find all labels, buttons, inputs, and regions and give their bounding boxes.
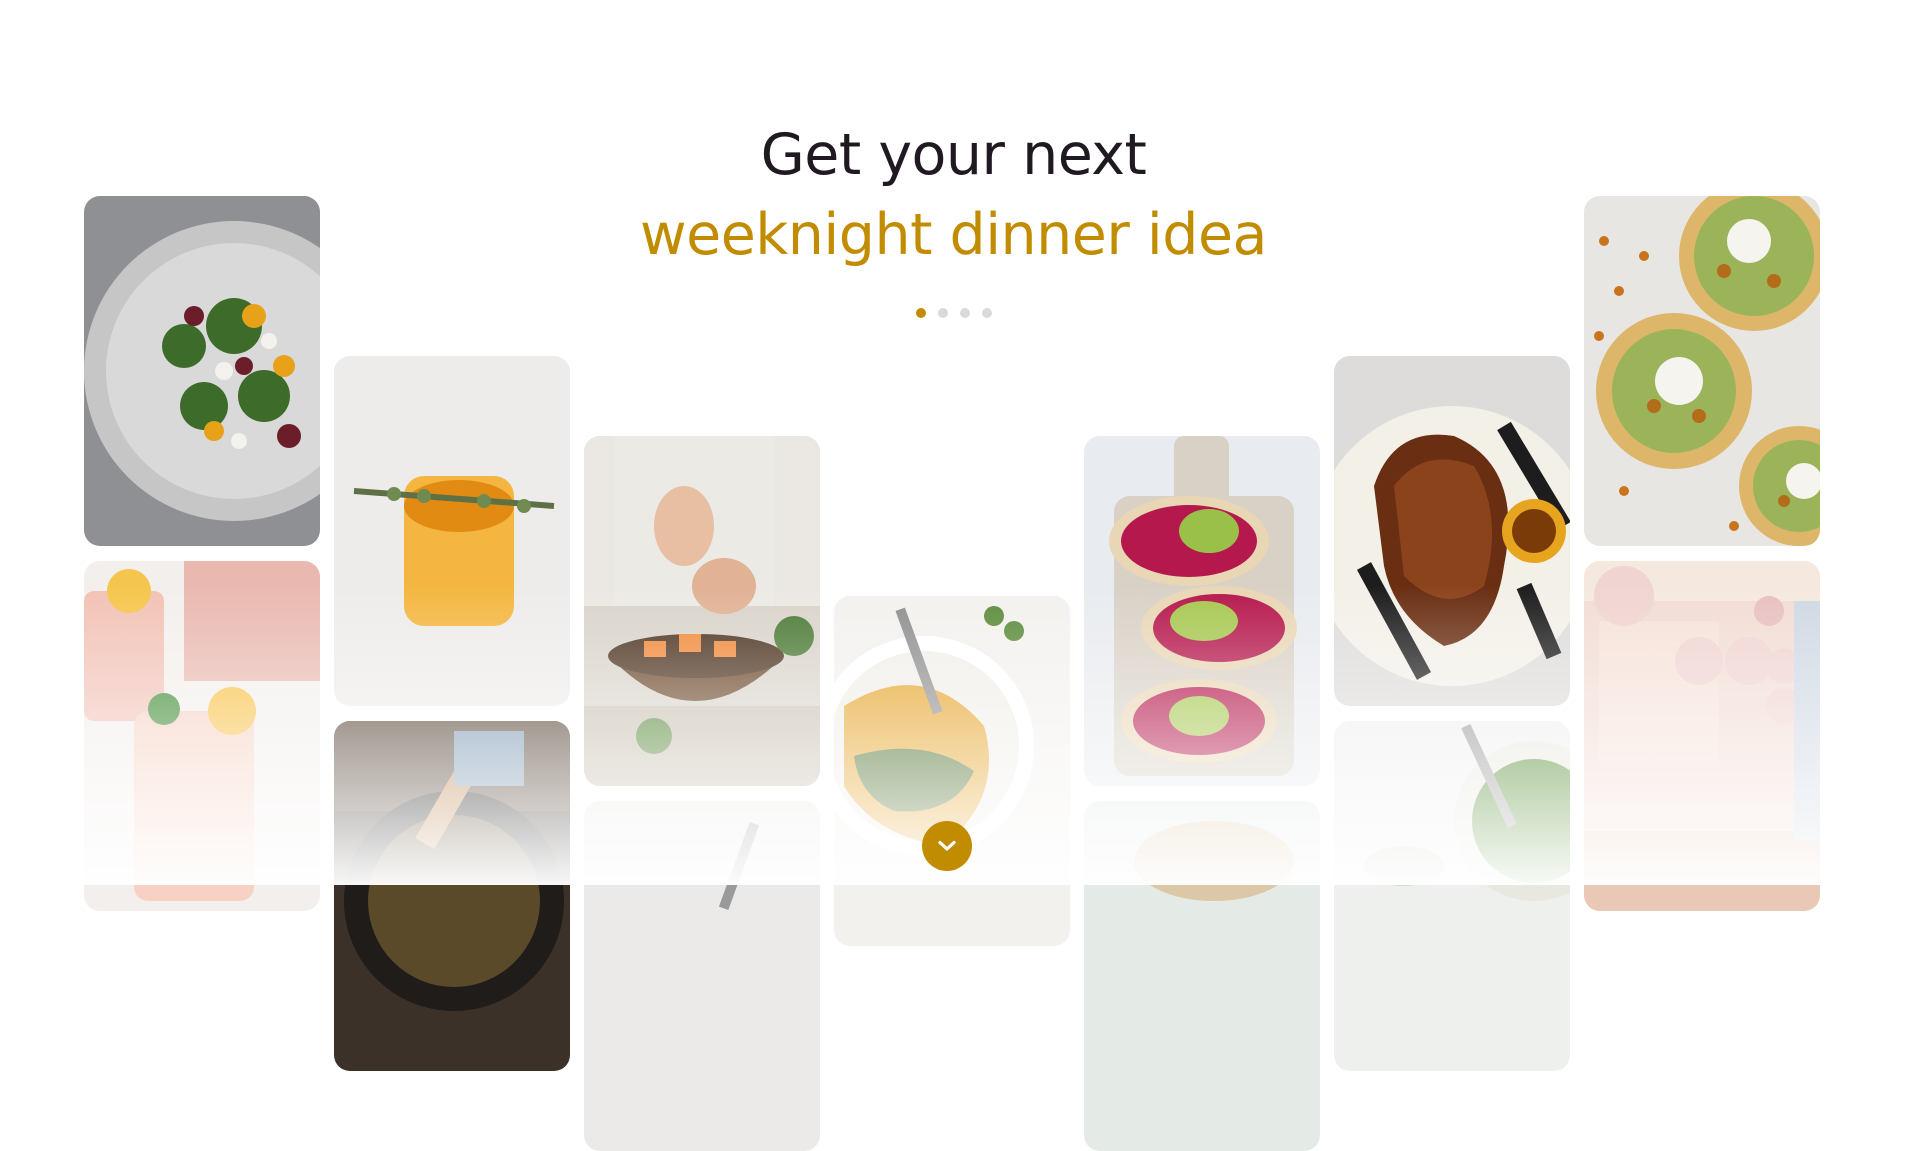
pin-pea-bowl[interactable] [1334,721,1570,1071]
pin-bowl-prep[interactable] [584,436,820,786]
pin-grilled-chicken[interactable] [1334,356,1570,706]
pin-chickpea-flatbread[interactable] [1584,196,1820,546]
chevron-down-icon [938,840,956,851]
pin-party-room[interactable] [1584,561,1820,911]
pin-peach-drink[interactable] [84,561,320,911]
carousel-dot-2[interactable] [937,308,948,318]
carousel-dot-1[interactable] [915,308,926,318]
carousel-dot-4[interactable] [981,308,992,318]
pin-iron-skillet[interactable] [334,721,570,1071]
headline-line1: Get your next [760,122,1147,188]
carousel-dot-3[interactable] [959,308,970,318]
scroll-down-button[interactable] [922,821,972,871]
hero-section: Get your next weeknight dinner idea [0,0,1907,1151]
pin-hummus-bowl[interactable] [834,596,1070,946]
pin-orange-drink[interactable] [334,356,570,706]
pin-utensil-plate[interactable] [584,801,820,1151]
pin-beet-salad[interactable] [84,196,320,546]
pin-beet-toast[interactable] [1084,436,1320,786]
pin-sandwich-board[interactable] [1084,801,1320,1151]
